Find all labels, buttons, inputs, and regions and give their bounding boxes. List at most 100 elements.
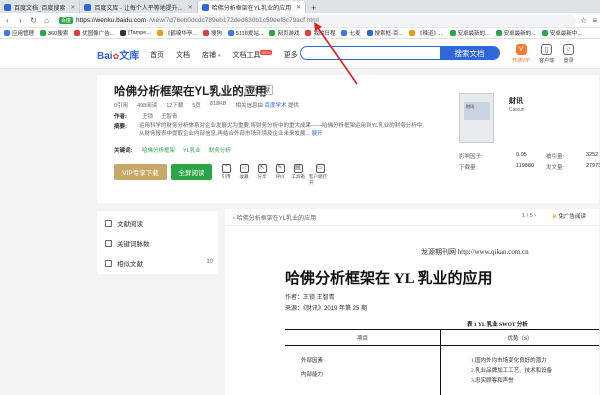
bookmark-icon [228,30,235,36]
new-tab-button[interactable]: + [306,3,321,13]
table-cell: 2.乳业品牌加工工艺、技术和设备 [471,368,553,374]
comment-button[interactable]: ✎ 评价 [273,164,287,186]
abstract-label-row: 摘要: [114,124,127,130]
bookmark-icon [40,30,47,36]
bookmark-item[interactable]: 网页游戏 [269,29,299,37]
qikan-header: 龙源期刊网 http://www.qikan.com.cn [421,248,529,256]
author-link[interactable]: 王锁 [142,112,153,120]
table-row-label: 内部能力 [301,372,324,378]
ad-free-button[interactable]: ♛ 免广告阅读 [552,212,586,220]
address-bar[interactable]: 百度 https://wenku.baidu.com/view/7d76eb0d… [55,14,577,26]
tab-wenku-home[interactable]: 百度文库 - 让每个人平等地提升... ✕ [80,1,198,13]
paper-source: 来源：《财讯》2019 年第 25 期 [285,306,368,312]
tab-baidu-search[interactable]: 百度文档_百度搜索 ✕ [0,1,81,13]
swot-table: 项目 优势（S） 外部因素 内部能力 1.国内外均市场变化良好的潜力 2.乳业品… [285,329,599,395]
chevron-right-icon: › [534,213,537,219]
bookmark-item[interactable]: 搜狗 [203,29,222,37]
vip-button[interactable]: V 开通VIP [512,44,530,64]
nav-tools[interactable]: 文档工具NEW [232,50,272,60]
bookmark-icon [4,30,10,36]
nav-home[interactable]: 首页 [150,50,164,60]
bookmark-item[interactable]: 我的日程 [305,29,335,37]
bookmark-item[interactable]: [Tampe... [120,30,151,36]
nav-more[interactable]: 更多 [284,50,298,60]
bookmark-icon [120,30,127,36]
forward-icon[interactable]: › [16,16,25,25]
bookmark-item[interactable]: 360搜索 [40,29,68,37]
bookmark-item[interactable]: 搜索框-百... [366,29,403,37]
table-cell: 3.忠实顾客和声誉 [471,378,514,384]
bookmark-item[interactable]: 安卓最新中... [541,29,582,37]
bookmark-item[interactable]: 安卓最新的... [449,29,490,37]
nav-docs[interactable]: 文档 [176,50,190,60]
author-link[interactable]: 王智青 [161,112,178,120]
back-icon[interactable]: ‹ [3,16,12,25]
new-badge: NEW [260,50,272,55]
bookmark-item[interactable]: 七麦 [341,29,361,37]
keyword-link[interactable]: 哈佛分析框架 [142,146,175,154]
share-icon: ⇱ [257,164,267,173]
viewer-toolbar: ▫ 哈佛分析框架在YL乳业的应用 1 / 5 › ♛ 免广告阅读 [225,209,599,226]
keyword-link[interactable]: YL乳业 [183,146,201,154]
toolbox-icon: ▤ [293,164,303,173]
bookmark-item[interactable]: 《鹤唳华亭... [156,29,197,37]
academic-tag: 学术文献 [245,85,274,95]
keywords-row: 关键词: 哈佛分析框架 YL乳业 财务分析 [114,146,231,154]
sidebar-item-reading[interactable]: 文献阅读 [105,218,143,228]
document-viewer[interactable]: ▫ 哈佛分析框架在YL乳业的应用 1 / 5 › ♛ 免广告阅读 龙源期刊网 h… [225,209,599,395]
bookmark-item[interactable]: 安卓最新的... [495,29,536,37]
home-icon[interactable]: ⌂ [42,16,51,25]
share-button[interactable]: ⇱ 分享 [255,164,269,186]
header-actions: V 开通VIP ▯ 客户端 ○ 登录 [512,44,575,64]
client-open-button[interactable]: ▭ 客户端打开 [309,164,331,186]
bookmark-icon [203,30,210,36]
search-box[interactable]: 搜索文档 [300,46,500,60]
favorite-button[interactable]: ☆ 收藏 [237,164,251,186]
close-tab-icon[interactable]: ✕ [188,4,193,11]
search-button[interactable]: 搜索文档 [440,47,499,59]
sidebar-item-keywords[interactable]: 关键词脉数 [105,238,150,248]
bookmark-star-icon[interactable]: ☆ [580,16,587,25]
expand-link[interactable]: 展开 [312,131,323,137]
client-button[interactable]: ▯ 客户端 [539,44,554,64]
sidebar-item-similar[interactable]: 相似文献 [105,258,143,268]
bookmark-icon [156,30,163,36]
refresh-icon[interactable]: ↻ [29,16,38,25]
close-tab-icon[interactable]: ✕ [70,4,75,11]
bookmark-icon [541,30,548,36]
keyword-link[interactable]: 财务分析 [209,146,231,154]
bookmark-item[interactable]: 优图像广告... [74,29,114,37]
navigation-bar: ‹ › ↻ ⌂ 百度 https://wenku.baidu.com/view/… [0,13,600,28]
login-button[interactable]: ○ 登录 [563,44,575,64]
user-icon: ○ [563,44,575,55]
wenku-favicon [201,3,209,11]
fullscreen-read-button[interactable]: 全屏阅读 [171,164,212,180]
baidu-scholar-link[interactable]: 百度学术 [265,103,287,109]
url-path: /view/7d76eb0dcdc789eb172ded630b1c59eef8… [149,16,319,24]
close-tab-icon[interactable]: ✕ [296,4,301,11]
doc-icon [105,219,112,227]
paper-title: 哈佛分析框架在 YL 乳业的应用 [285,271,493,287]
page-indicator[interactable]: 1 / 5 › [522,213,536,219]
cite-button[interactable]: “引用 [219,164,233,186]
wenku-logo[interactable]: Bai✿文库 [97,47,139,62]
bookmark-item[interactable]: 应用管理 [4,29,34,37]
tab-document[interactable]: 哈佛分析框架在YL乳业的应用 ✕ [197,1,307,13]
table-cell: 1.国内外均市场变化良好的潜力 [471,358,547,364]
journal-cover[interactable]: 财讯 [459,93,494,143]
tab-strip: 百度文档_百度搜索 ✕ 百度文库 - 让每个人平等地提升... ✕ 哈佛分析框架在Y… [0,0,600,13]
journal-name[interactable]: 财讯 [509,96,523,106]
doc-title: 哈佛分析框架在YL乳业的应用 [114,86,267,98]
bookmark-icon [74,30,81,36]
top-nav: 首页 文档 店铺 ▾ 文档工具NEW 更多 [150,50,298,60]
nav-shop[interactable]: 店铺 ▾ [202,50,220,60]
vip-download-button[interactable]: VIP专享下载 [114,164,167,180]
authors-row: 作者: 王锁 王智青 [114,112,178,120]
bookmark-item[interactable]: 《辣道》... [408,29,444,37]
comment-icon: ✎ [275,164,285,173]
cite-icon: “ [221,164,231,173]
bookmark-item[interactable]: 5118爱站... [228,29,263,37]
security-badge: 百度 [59,16,74,24]
toolbox-button[interactable]: ▤ 工具箱 [291,164,305,186]
menu-icon[interactable]: ≡ [592,16,597,25]
